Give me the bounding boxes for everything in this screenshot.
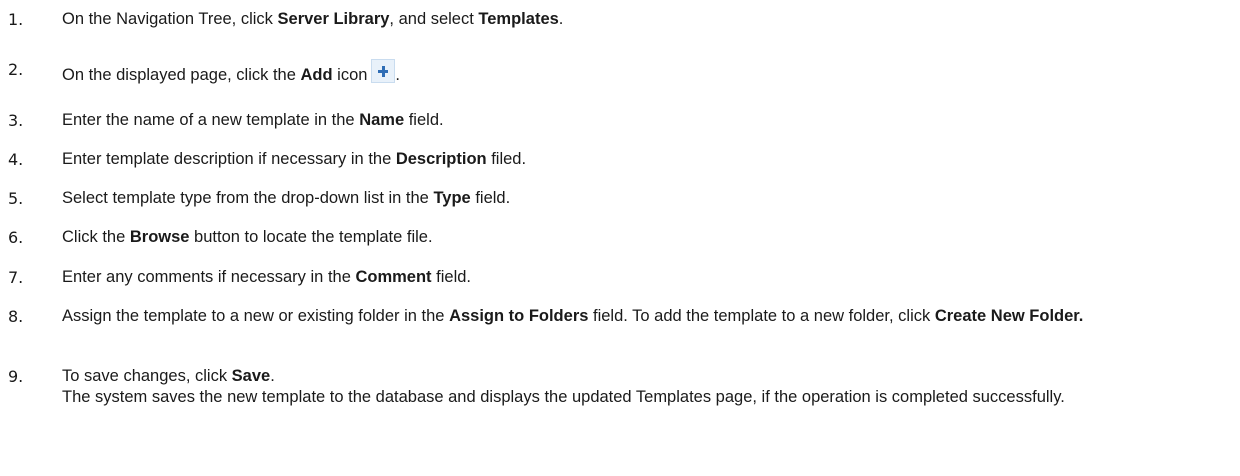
step-text-part: . bbox=[395, 66, 401, 84]
ui-term-name: Name bbox=[359, 111, 405, 129]
step-text-part: . bbox=[270, 367, 275, 385]
ui-term-browse: Browse bbox=[129, 228, 190, 246]
step-number: 2. bbox=[8, 60, 24, 79]
step-number: 7. bbox=[8, 268, 24, 287]
step-text-part: On the Navigation Tree, click bbox=[62, 10, 278, 28]
ui-term-assign-to-folders: Assign to Folders bbox=[449, 307, 589, 325]
step-text: Enter any comments if necessary in the C… bbox=[62, 267, 1172, 288]
ui-term-create-new-folder: Create New Folder. bbox=[934, 307, 1084, 325]
step-text-part: Click the bbox=[62, 228, 130, 246]
ui-term-comment: Comment bbox=[355, 268, 432, 286]
step-text-part: field. bbox=[470, 189, 511, 207]
step-text-part: , and select bbox=[389, 10, 479, 28]
step-text-part: Assign the template to a new or existing… bbox=[62, 307, 450, 325]
step-number: 9. bbox=[8, 367, 24, 386]
ui-term-templates: Templates bbox=[478, 10, 559, 28]
step-text-part: . bbox=[558, 10, 564, 28]
ui-term-description: Description bbox=[395, 150, 487, 168]
step-text: To save changes, click Save. The system s… bbox=[62, 366, 1172, 408]
step-text: Select template type from the drop-down … bbox=[62, 188, 1172, 209]
step-text-part: Enter template description if necessary … bbox=[62, 150, 396, 168]
step-text-part: On the displayed page, click the bbox=[62, 66, 301, 84]
step-text: Enter the name of a new template in the … bbox=[62, 110, 1172, 131]
step-text-part: Enter any comments if necessary in the bbox=[62, 268, 356, 286]
step-text-part: field. bbox=[404, 111, 444, 129]
ui-term-server-library: Server Library bbox=[277, 10, 390, 28]
step-text: Click the Browse button to locate the te… bbox=[62, 227, 1172, 248]
step-text-part: filed. bbox=[486, 150, 527, 168]
step-text: Assign the template to a new or existing… bbox=[62, 306, 1172, 327]
step-text-part: field. To add the template to a new fold… bbox=[588, 307, 935, 325]
step-result-text: The system saves the new template to the… bbox=[62, 388, 1065, 406]
step-number: 8. bbox=[8, 307, 24, 326]
step-text-part: Enter the name of a new template in the bbox=[62, 111, 360, 129]
step-number: 6. bbox=[8, 228, 24, 247]
step-text-part: To save changes, click bbox=[62, 367, 232, 385]
step-text: On the displayed page, click the Add ico… bbox=[62, 59, 1172, 86]
step-text-part: field. bbox=[431, 268, 471, 286]
ui-term-add: Add bbox=[300, 66, 333, 84]
step-text: Enter template description if necessary … bbox=[62, 149, 1172, 170]
step-text-part: button to locate the template file. bbox=[189, 228, 433, 246]
add-plus-icon bbox=[371, 59, 396, 83]
step-text-part: icon bbox=[332, 66, 368, 84]
step-number: 3. bbox=[8, 111, 24, 130]
step-number: 4. bbox=[8, 150, 24, 169]
ui-term-type: Type bbox=[433, 189, 471, 207]
step-text-part: Select template type from the drop-down … bbox=[62, 189, 434, 207]
ui-term-save: Save bbox=[231, 367, 271, 385]
step-number: 1. bbox=[8, 10, 24, 29]
step-text: On the Navigation Tree, click Server Lib… bbox=[62, 9, 1172, 30]
step-number: 5. bbox=[8, 189, 24, 208]
